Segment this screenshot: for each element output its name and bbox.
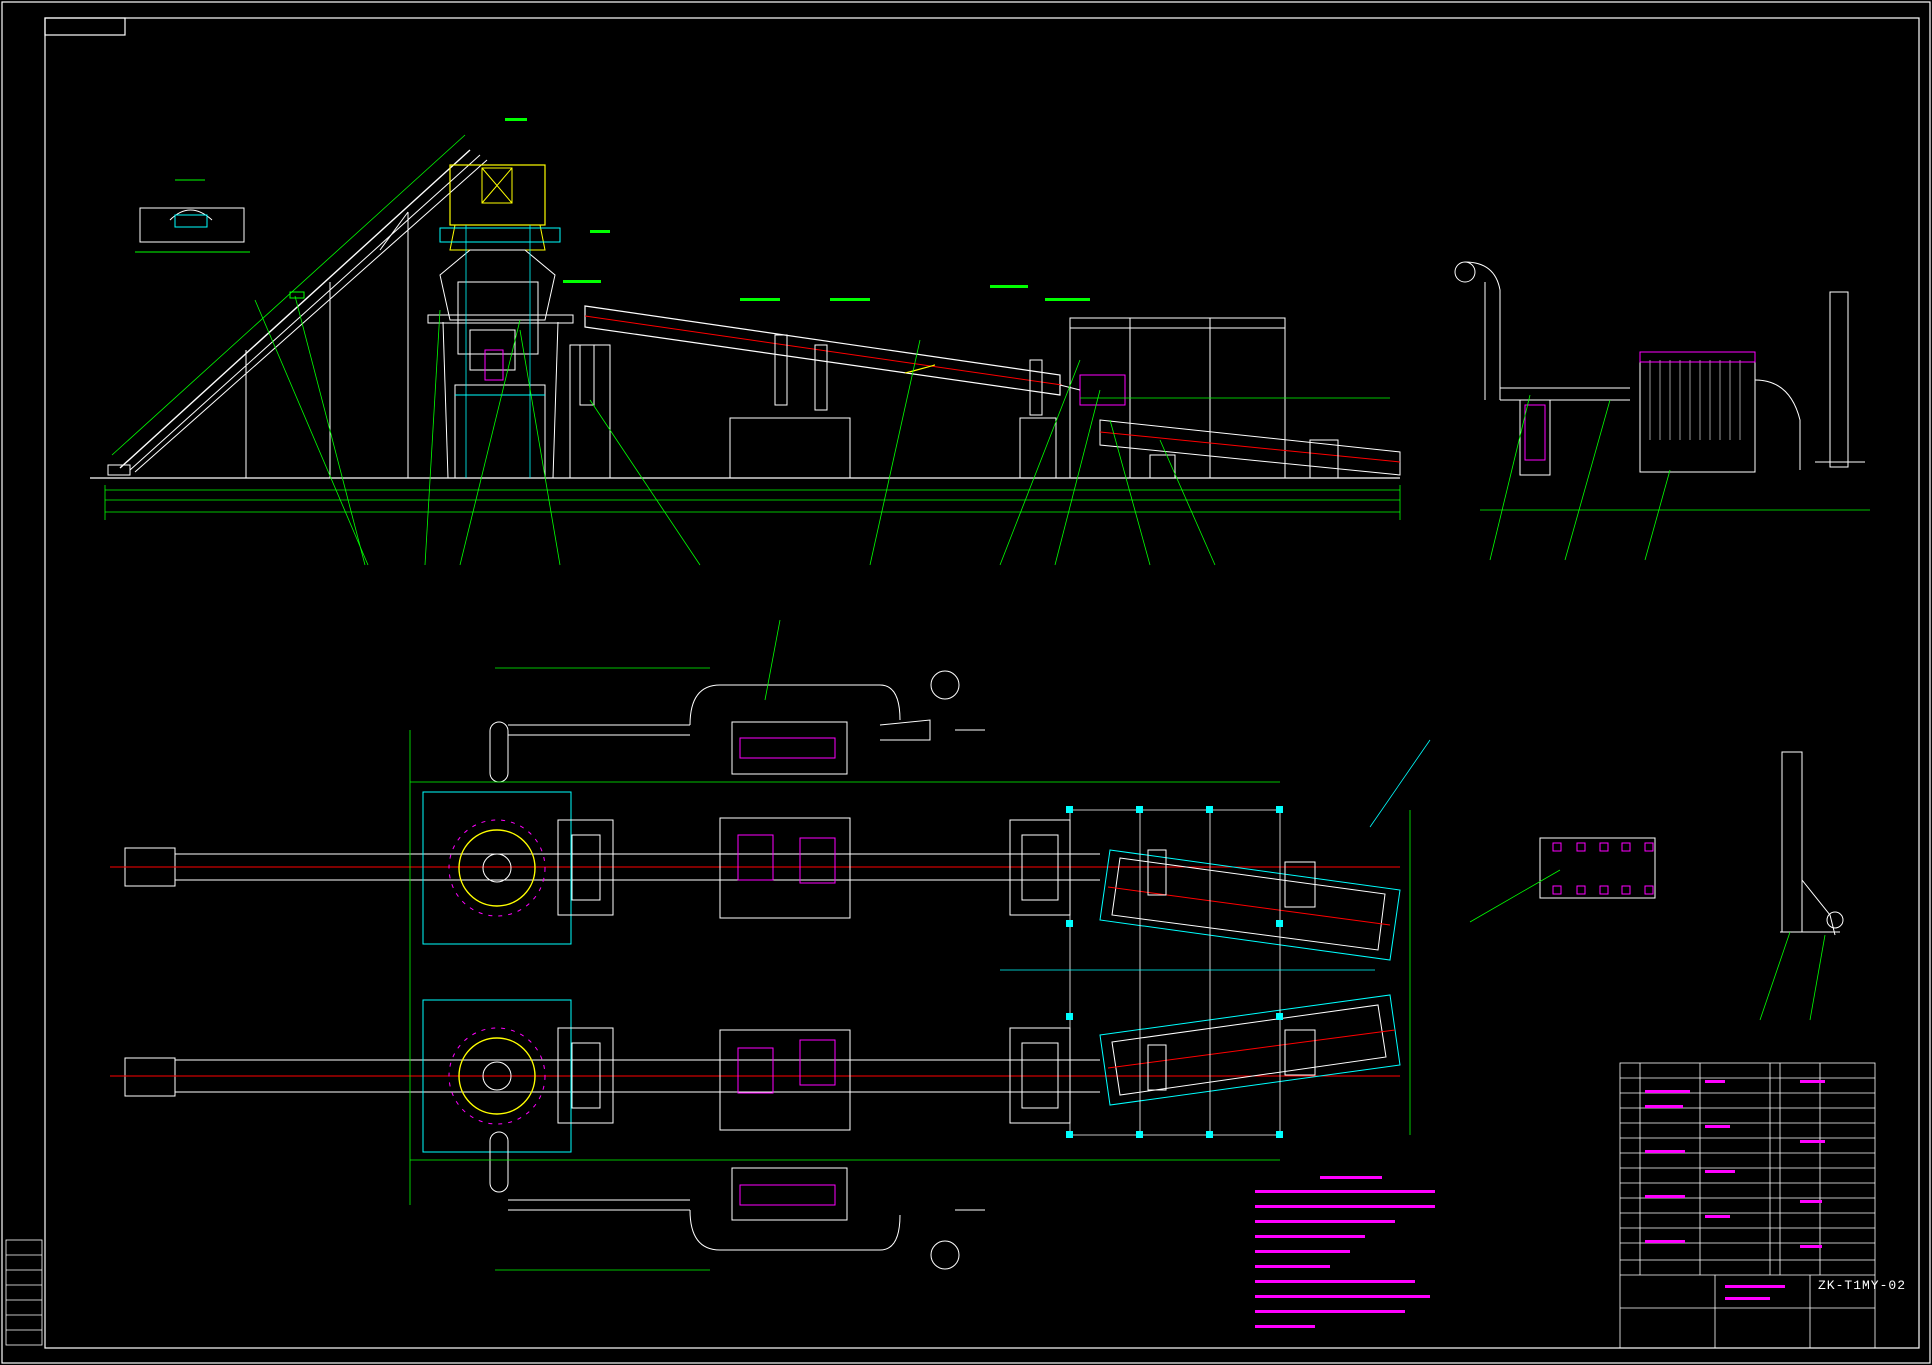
plan-line-2 [110,994,1401,1153]
revision-block [5,1239,43,1346]
detail-right [1469,751,1844,1021]
rotary-kiln [569,305,1126,479]
preheater-tower [427,164,574,479]
technical-notes [1255,1176,1435,1328]
dust-collector-elevation [1454,261,1870,561]
plan-view [110,619,1431,1271]
duct-upper [489,670,985,783]
column-markers [1066,806,1283,1138]
elevation-labels [505,118,1090,301]
plan-line-1 [110,791,1401,961]
section-detail [135,179,250,253]
elevation-view [90,118,1401,566]
inclined-conveyor [107,134,488,566]
title-block-entries [1645,1080,1825,1300]
plan-dimensions [409,619,1411,1271]
drawing-number: ZK-T1MY-02 [1818,1278,1907,1293]
cad-drawing-canvas [1,1,1931,1364]
duct-lower [489,1131,985,1270]
drawing-frame [1,1,1931,1364]
